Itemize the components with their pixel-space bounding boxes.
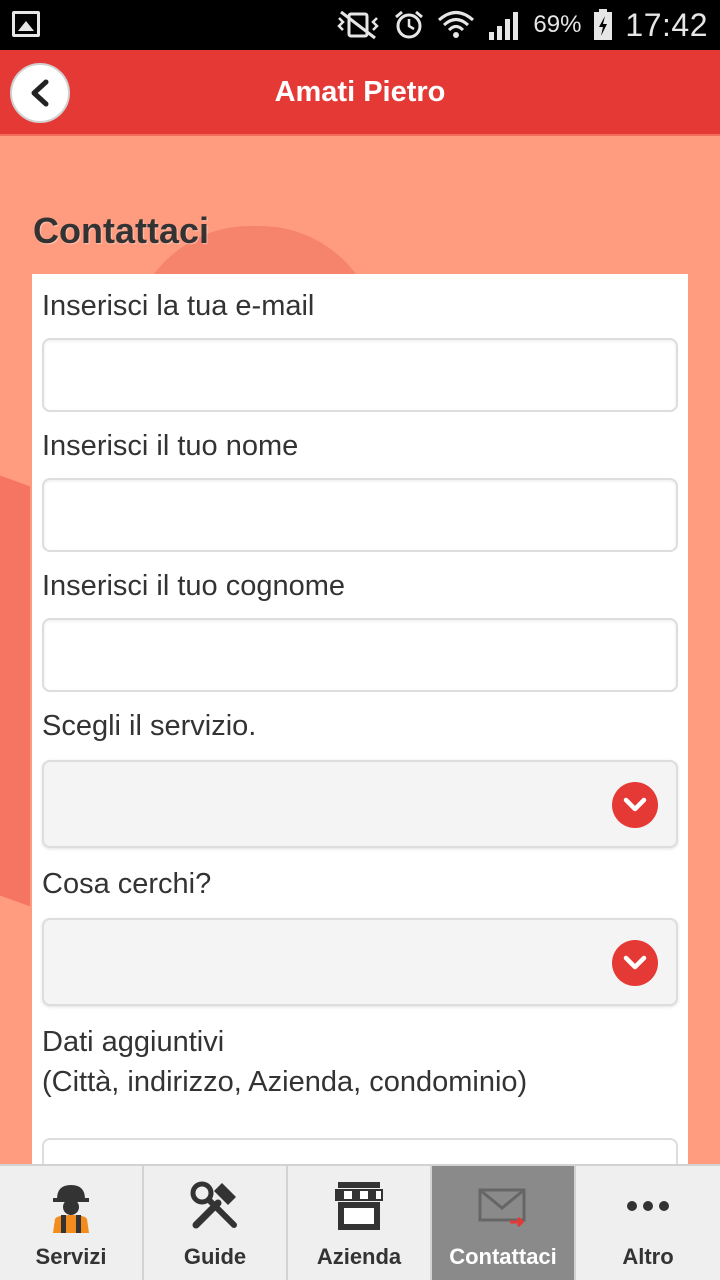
chevron-down-icon[interactable]	[612, 782, 658, 828]
chevron-down-icon[interactable]	[612, 940, 658, 986]
battery-charging-icon	[594, 9, 613, 40]
section-title: Contattaci	[33, 210, 210, 251]
extra-data-label: Dati aggiuntivi	[42, 1026, 225, 1058]
tab-label: Contattaci	[449, 1244, 557, 1269]
status-bar: 69% 17:42	[0, 0, 720, 50]
tab-servizi[interactable]: Servizi	[0, 1166, 144, 1280]
app-header: Amati Pietro	[0, 50, 720, 136]
battery-percent: 69%	[533, 11, 582, 38]
service-select[interactable]	[42, 760, 678, 848]
surname-label: Inserisci il tuo cognome	[42, 570, 346, 602]
tab-label: Guide	[183, 1244, 247, 1269]
service-label: Scegli il servizio.	[42, 710, 257, 742]
tab-azienda[interactable]: Azienda	[288, 1166, 432, 1280]
header-title: Amati Pietro	[274, 76, 446, 108]
signal-icon	[489, 12, 519, 40]
wifi-icon	[438, 11, 475, 38]
tab-label: Altro	[622, 1244, 674, 1269]
status-icons: 69% 17:42	[335, 0, 708, 50]
search-select[interactable]	[42, 918, 678, 1006]
name-field[interactable]	[42, 478, 678, 552]
gallery-notification-icon	[12, 11, 40, 37]
contact-form: Inserisci la tua e-mail Inserisci il tuo…	[32, 274, 688, 1174]
search-label: Cosa cerchi?	[42, 868, 212, 900]
tab-label: Azienda	[316, 1244, 402, 1269]
mail-icon	[473, 1178, 533, 1234]
background-decoration	[0, 453, 30, 907]
bottom-tab-bar: Servizi Guide Azienda Contattaci Altro	[0, 1164, 720, 1280]
vibrate-mute-icon	[337, 10, 380, 40]
tab-label: Servizi	[35, 1244, 107, 1269]
worker-icon	[41, 1178, 101, 1234]
tab-altro[interactable]: Altro	[576, 1166, 720, 1280]
email-field[interactable]	[42, 338, 678, 412]
email-label: Inserisci la tua e-mail	[42, 290, 315, 322]
tab-contattaci[interactable]: Contattaci	[432, 1166, 576, 1280]
extra-data-hint: (Città, indirizzo, Azienda, condominio)	[42, 1066, 528, 1098]
status-clock: 17:42	[625, 6, 708, 43]
more-icon	[618, 1178, 678, 1234]
surname-field[interactable]	[42, 618, 678, 692]
shop-icon	[329, 1178, 389, 1234]
name-label: Inserisci il tuo nome	[42, 430, 299, 462]
alarm-icon	[395, 10, 424, 39]
tools-icon	[185, 1178, 245, 1234]
tab-guide[interactable]: Guide	[144, 1166, 288, 1280]
